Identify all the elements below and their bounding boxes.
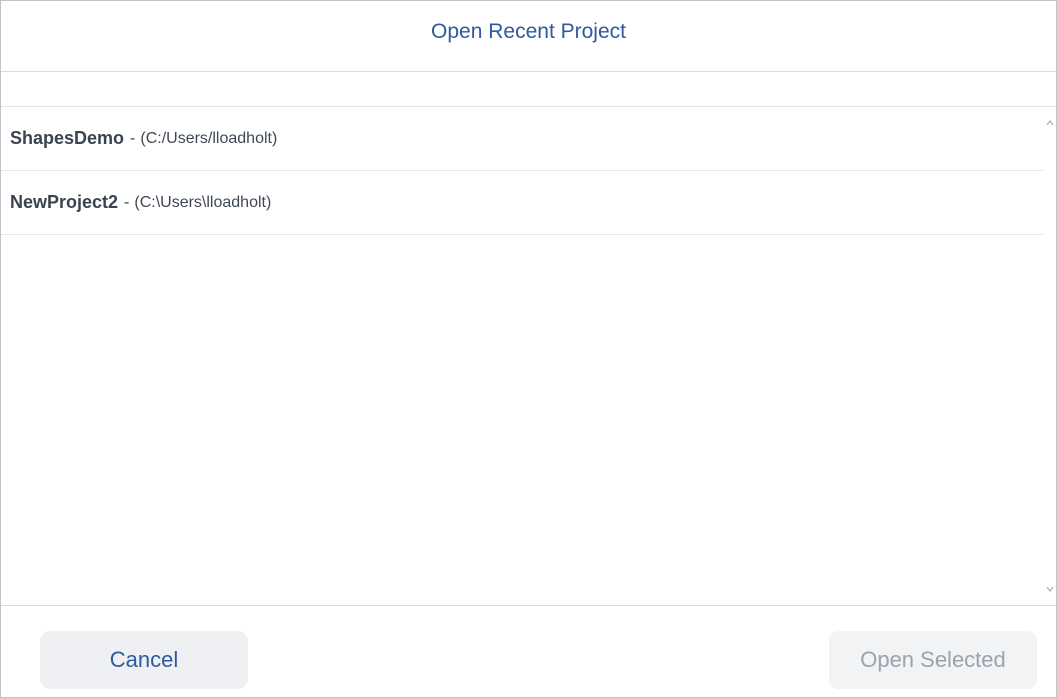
project-separator: - [130,129,136,147]
open-recent-project-dialog: Open Recent Project ShapesDemo - (C:/Use… [0,0,1057,698]
dialog-title: Open Recent Project [431,20,626,43]
list-item-newproject2[interactable]: NewProject2 - (C:\Users\lloadholt) [1,171,1044,235]
open-selected-button[interactable]: Open Selected [829,631,1037,689]
list-scrollbar[interactable] [1044,107,1056,605]
cancel-button[interactable]: Cancel [40,631,248,689]
project-path: (C:/Users/lloadholt) [140,129,278,147]
project-path: (C:\Users\lloadholt) [134,193,272,211]
chevron-down-icon[interactable] [1046,585,1054,593]
dialog-title-bar: Open Recent Project [1,1,1056,72]
list-header [1,72,1056,107]
project-name: ShapesDemo [10,128,125,148]
list-item-shapesdemo[interactable]: ShapesDemo - (C:/Users/lloadholt) [1,107,1044,171]
chevron-up-icon[interactable] [1046,119,1054,127]
project-separator: - [124,193,130,211]
project-name: NewProject2 [10,192,119,212]
dialog-footer: Cancel Open Selected [1,605,1056,697]
recent-projects-list: ShapesDemo - (C:/Users/lloadholt) NewPro… [1,107,1044,605]
